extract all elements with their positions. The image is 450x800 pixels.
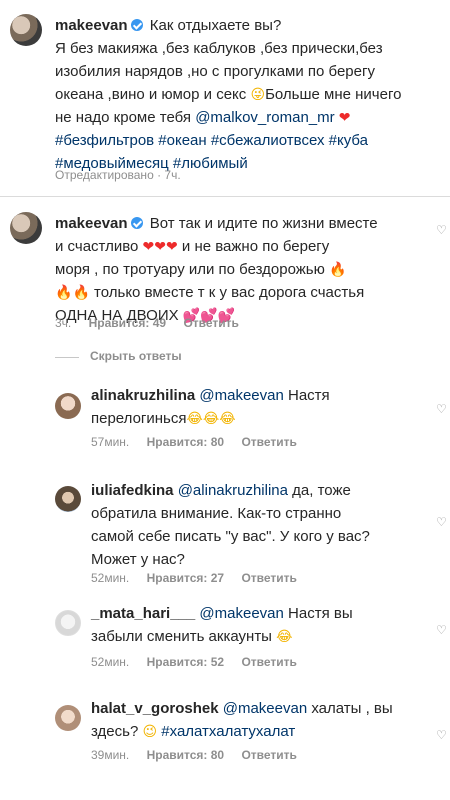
reply-likes[interactable]: Нравится: 80 <box>147 435 225 449</box>
reply-text-1: здесь? <box>91 723 139 740</box>
reply-text-0: да, тоже <box>292 482 351 499</box>
reply-line-1: _mata_hari___ @makeevan Настя вы <box>91 604 431 623</box>
avatar[interactable] <box>55 393 81 419</box>
caption-text-4: Больше мне ничего <box>265 86 402 103</box>
reply-time: 52мин. <box>91 655 130 669</box>
reply-meta: 39мин. Нравится: 80 Ответить <box>91 748 311 762</box>
fire-icon: 🔥 <box>72 285 90 301</box>
reply-time: 52мин. <box>91 571 130 585</box>
reply-time: 57мин. <box>91 435 130 449</box>
reply-username[interactable]: alinakruzhilina <box>91 387 195 404</box>
reply-text-0: халаты , вы <box>311 700 393 717</box>
caption-text-5: не надо кроме тебя <box>55 109 192 126</box>
caption-line-3: изобилия нарядов ,но с прогулками по бер… <box>55 63 375 80</box>
reply-meta: 52мин. Нравится: 27 Ответить <box>91 571 311 585</box>
reply-text-0: Настя <box>287 387 330 404</box>
reply-line-4: Может у нас? <box>91 551 185 568</box>
comment-text-2: и не важно по берегу <box>181 238 330 255</box>
comment-likes[interactable]: Нравится: 49 <box>89 316 167 330</box>
heart-outline-icon[interactable]: ♡ <box>436 515 448 529</box>
reply-hashtag[interactable]: #халатхалатухалат <box>161 723 295 740</box>
avatar[interactable] <box>10 212 42 244</box>
comment-text-0: Вот так и идите по жизни вместе <box>149 215 378 232</box>
laughing-face-icon: 😂 <box>219 411 236 427</box>
heart-outline-icon[interactable]: ♡ <box>436 402 448 416</box>
reply-username[interactable]: _mata_hari___ <box>91 605 195 622</box>
laughing-face-icon: 😂 <box>276 629 293 645</box>
reply-meta: 57мин. Нравится: 80 Ответить <box>91 435 311 449</box>
reply-line-2: обратила внимание. Как-то странно <box>91 505 342 522</box>
heart-outline-icon[interactable]: ♡ <box>436 728 448 742</box>
reply-likes[interactable]: Нравится: 80 <box>147 748 225 762</box>
reply-line-2: перелогинься😂😂😂 <box>91 409 431 429</box>
reply-username[interactable]: iuliafedkina <box>91 482 174 499</box>
avatar[interactable] <box>55 486 81 512</box>
comment-text-4: только вместе т к у вас дорога счастья <box>94 284 365 301</box>
reply-text-1: перелогинься <box>91 410 187 427</box>
comment-text-1: и счастливо <box>55 238 139 255</box>
reply-meta: 52мин. Нравится: 52 Ответить <box>91 655 311 669</box>
reply-reply-button[interactable]: Ответить <box>241 435 296 449</box>
red-heart-icon: ❤ <box>166 239 178 255</box>
red-heart-icon: ❤ <box>154 239 166 255</box>
reply-username[interactable]: halat_v_goroshek <box>91 700 219 717</box>
reply-reply-button[interactable]: Ответить <box>241 571 296 585</box>
avatar[interactable] <box>10 14 42 46</box>
heart-outline-icon[interactable]: ♡ <box>436 623 448 637</box>
caption-text-3: океана ,вино и юмор и секс <box>55 86 247 103</box>
reply-line-2: забыли сменить аккаунты 😂 <box>91 627 431 647</box>
reply-mention[interactable]: @makeevan <box>199 605 283 622</box>
avatar[interactable] <box>55 610 81 636</box>
reply-line-2: здесь? 😉 #халатхалатухалат <box>91 722 431 742</box>
reply-line-3: самой себе писать "у вас". У кого у вас? <box>91 528 370 545</box>
caption: makeevan Как отдыхаете вы? Я без макияжа… <box>0 0 450 196</box>
avatar[interactable] <box>55 705 81 731</box>
reply-reply-button[interactable]: Ответить <box>241 748 296 762</box>
comment-reply-button[interactable]: Ответить <box>183 316 238 330</box>
reply-mention[interactable]: @makeevan <box>223 700 307 717</box>
caption-line-1: makeevan Как отдыхаете вы? <box>55 16 440 35</box>
caption-edited: Отредактировано · 7ч. <box>55 168 181 182</box>
hide-replies-line <box>55 357 79 358</box>
fire-icon: 🔥 <box>55 285 73 301</box>
comment-line-2: и счастливо ❤❤❤ и не важно по берегу <box>55 237 415 257</box>
verified-icon <box>130 217 143 229</box>
fire-icon: 🔥 <box>329 262 347 278</box>
red-heart-icon: ❤ <box>338 110 351 126</box>
reply-line-1: alinakruzhilina @makeevan Настя <box>91 386 431 405</box>
reply-mention[interactable]: @alinakruzhilina <box>178 482 288 499</box>
caption-text-0: Как отдыхаете вы? <box>149 17 282 34</box>
red-heart-icon: ❤ <box>142 239 155 255</box>
reply-likes[interactable]: Нравится: 52 <box>147 655 225 669</box>
caption-hashtags-1[interactable]: #безфильтров #океан #сбежалиотвсех #куба <box>55 131 440 150</box>
reply-likes[interactable]: Нравится: 27 <box>147 571 225 585</box>
comment-line-4: 🔥🔥 только вместе т к у вас дорога счасть… <box>55 283 415 303</box>
verified-icon <box>130 19 143 31</box>
comment-meta: 3ч. Нравится: 49 Ответить <box>55 316 253 330</box>
comment-time: 3ч. <box>55 316 72 330</box>
reply-text-1: забыли сменить аккаунты <box>91 628 272 645</box>
caption-line-5: не надо кроме тебя @malkov_roman_mr ❤ <box>55 108 440 128</box>
caption-mention[interactable]: @malkov_roman_mr <box>195 109 334 126</box>
reply-reply-button[interactable]: Ответить <box>241 655 296 669</box>
comment-username[interactable]: makeevan <box>55 215 128 232</box>
comment-text-3: моря , по тротуару или по бездорожью <box>55 261 325 278</box>
heart-outline-icon[interactable]: ♡ <box>436 223 448 237</box>
comment-line-3: моря , по тротуару или по бездорожью 🔥 <box>55 260 415 280</box>
winking-face-emoji-icon: 😜 <box>250 87 266 103</box>
laughing-face-icon: 😂 <box>202 411 220 427</box>
reply-time: 39мин. <box>91 748 130 762</box>
caption-username[interactable]: makeevan <box>55 17 128 34</box>
caption-line-4: океана ,вино и юмор и секс 😜Больше мне н… <box>55 85 440 105</box>
reply-mention[interactable]: @makeevan <box>199 387 283 404</box>
reply-line-1: iuliafedkina @alinakruzhilina да, тоже <box>91 481 431 500</box>
winking-face-emoji-icon: 😉 <box>142 724 158 740</box>
divider <box>0 196 450 197</box>
hide-replies-button[interactable]: Скрыть ответы <box>90 349 182 363</box>
comment-line-1: makeevan Вот так и идите по жизни вместе <box>55 214 415 233</box>
reply-text-0: Настя вы <box>288 605 353 622</box>
caption-line-2: Я без макияжа ,без каблуков ,без прическ… <box>55 40 383 57</box>
reply-line-1: halat_v_goroshek @makeevan халаты , вы <box>91 699 431 718</box>
laughing-face-icon: 😂 <box>186 411 203 427</box>
